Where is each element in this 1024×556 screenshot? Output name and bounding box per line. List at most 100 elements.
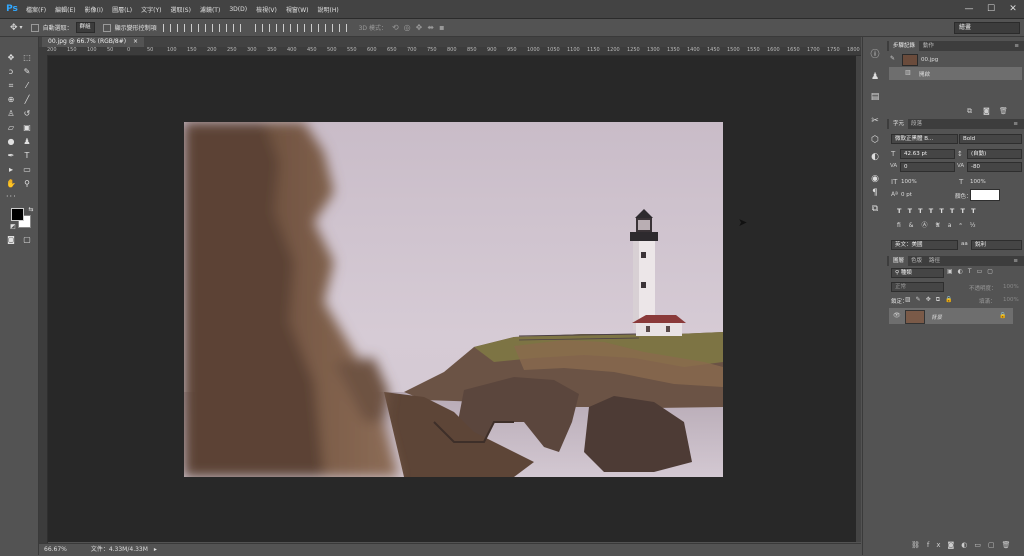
tab-layers[interactable]: 圖層 (889, 256, 909, 266)
shape-tool-icon[interactable]: ▭ (22, 165, 32, 175)
quick-select-tool-icon[interactable]: ✎ (22, 67, 32, 77)
minimize-button[interactable]: — (958, 0, 980, 18)
menu-window[interactable]: 視窗(W) (286, 5, 309, 14)
baseline-shift-value[interactable]: 0 pt (901, 192, 912, 198)
history-brush-tool-icon[interactable]: ↺ (22, 109, 32, 119)
align-top-icon[interactable] (162, 23, 171, 32)
chevron-down-icon[interactable]: ▾ (20, 24, 23, 31)
menu-help[interactable]: 說明(H) (318, 5, 339, 14)
move-tool-icon[interactable]: ✥ (10, 23, 18, 33)
brush-presets-icon[interactable]: ♟ (869, 71, 881, 83)
leading-field[interactable]: (自動) (967, 149, 1022, 159)
menu-layer[interactable]: 圖層(L) (112, 5, 132, 14)
anti-alias-select[interactable]: 銳利 (971, 240, 1022, 250)
path-select-tool-icon[interactable]: ▸ (6, 165, 16, 175)
history-snapshot-name[interactable]: 00.jpg (921, 57, 938, 63)
font-style-select[interactable]: Bold (959, 134, 1022, 144)
menu-file[interactable]: 檔案(F) (26, 5, 46, 14)
align-bottom-icon[interactable] (190, 23, 199, 32)
paragraph-icon[interactable]: ¶ (869, 187, 881, 199)
3d-roll-icon[interactable]: ◎ (404, 23, 411, 32)
swap-colors-icon[interactable]: ⇆ (26, 205, 36, 215)
lock-options-icons[interactable]: ▨✎✥⧉🔒 (905, 296, 957, 304)
menu-view[interactable]: 檢視(V) (256, 5, 277, 14)
distribute-vcenter-icon[interactable] (268, 23, 277, 32)
default-colors-icon[interactable]: ◩ (8, 222, 18, 232)
gradient-tool-icon[interactable]: ▣ (22, 123, 32, 133)
info-icon[interactable]: ⓘ (869, 49, 881, 61)
vertical-scale-value[interactable]: 100% (901, 179, 917, 185)
text-color-swatch[interactable] (970, 189, 1000, 201)
close-button[interactable]: ✕ (1002, 0, 1024, 18)
distribute-bottom-icon[interactable] (282, 23, 291, 32)
quick-mask-icon[interactable]: ◙ (6, 235, 16, 245)
auto-select-checkbox[interactable] (30, 23, 39, 32)
3d-drag-icon[interactable]: ✥ (416, 23, 423, 32)
panel-menu-icon[interactable]: ≡ (1009, 119, 1022, 129)
blend-mode-select[interactable]: 正常 (891, 282, 944, 292)
screen-mode-icon[interactable]: ▢ (22, 235, 32, 245)
photoshop-logo[interactable]: Ps (4, 2, 20, 16)
close-tab-icon[interactable]: × (133, 38, 138, 45)
eyedropper-tool-icon[interactable]: ⁄ (22, 81, 32, 91)
align-left-icon[interactable] (204, 23, 213, 32)
tab-paragraph[interactable]: 段落 (907, 119, 926, 129)
distribute-hcenter-icon[interactable] (310, 23, 319, 32)
layer-row-background[interactable]: 👁 背景 🔒 (889, 308, 1013, 324)
navigator-icon[interactable]: ◉ (869, 173, 881, 185)
panel-menu-icon[interactable]: ≡ (1010, 41, 1022, 51)
pen-tool-icon[interactable]: ✒ (6, 151, 16, 161)
maximize-button[interactable]: ☐ (980, 0, 1002, 18)
font-size-field[interactable]: 42.63 pt (900, 149, 955, 159)
auto-align-icon[interactable] (338, 23, 347, 32)
zoom-level[interactable]: 66.67% (44, 546, 67, 553)
opentype-buttons[interactable]: ﬁ&Ⓐ𝕬aᵃ½ (897, 220, 984, 230)
snapshot-camera-icon[interactable]: ◙ (983, 107, 990, 115)
align-vcenter-icon[interactable] (176, 23, 185, 32)
vertical-scrollbar[interactable] (856, 56, 861, 542)
tab-paths[interactable]: 路徑 (925, 256, 944, 266)
menu-edit[interactable]: 編輯(E) (55, 5, 75, 14)
adjustments-icon[interactable]: ◐ (869, 151, 881, 163)
snapshot-brush-icon[interactable]: ✎ (890, 55, 895, 62)
blur-tool-icon[interactable]: ● (6, 137, 16, 147)
layer-filter-icons[interactable]: ▣◐T▭▢ (947, 268, 998, 275)
layers-footer-icons[interactable]: ⛓fx◙◐▭▢🗑 (911, 541, 1018, 549)
font-family-select[interactable]: 微軟正黑體 B... (891, 134, 958, 144)
move-tool-icon[interactable]: ✥ (6, 53, 16, 63)
tab-history[interactable]: 步驟記錄 (889, 41, 920, 51)
tab-character[interactable]: 字元 (889, 119, 909, 129)
tracking-field[interactable]: -80 (967, 162, 1022, 172)
menu-filter[interactable]: 濾鏡(T) (200, 5, 220, 14)
distribute-left-icon[interactable] (296, 23, 305, 32)
brush-tool-icon[interactable]: ╱ (22, 95, 32, 105)
layer-filter-select[interactable]: ⚲ 種類 (891, 268, 944, 278)
zoom-tool-icon[interactable]: ⚲ (22, 179, 32, 189)
auto-select-dropdown[interactable]: 群組 (75, 22, 95, 33)
eraser-tool-icon[interactable]: ▱ (6, 123, 16, 133)
healing-brush-tool-icon[interactable]: ⊕ (6, 95, 16, 105)
canvas-area[interactable]: ➤ (48, 56, 856, 542)
distribute-top-icon[interactable] (254, 23, 263, 32)
new-doc-from-state-icon[interactable]: ⧉ (967, 107, 972, 116)
hand-tool-icon[interactable]: ✋ (6, 179, 16, 189)
horizontal-scale-value[interactable]: 100% (970, 179, 986, 185)
3d-scale-icon[interactable]: ▪ (439, 23, 444, 32)
menu-3d[interactable]: 3D(D) (229, 6, 247, 13)
menu-type[interactable]: 文字(Y) (141, 5, 161, 14)
align-hcenter-icon[interactable] (218, 23, 227, 32)
panel-menu-icon[interactable]: ≡ (1009, 256, 1022, 266)
menu-select[interactable]: 選取(S) (170, 5, 191, 14)
3d-cube-icon[interactable]: ⬡ (869, 134, 881, 146)
workspace-dropdown[interactable]: 繪畫 (954, 22, 1020, 34)
distribute-right-icon[interactable] (324, 23, 333, 32)
opacity-value[interactable]: 100% (1003, 284, 1019, 290)
transform-controls-checkbox[interactable] (102, 23, 111, 32)
visibility-eye-icon[interactable]: 👁 (893, 312, 901, 319)
type-tool-icon[interactable]: T (22, 151, 32, 161)
fill-value[interactable]: 100% (1003, 297, 1019, 303)
tab-actions[interactable]: 動作 (919, 41, 938, 51)
lasso-tool-icon[interactable]: ↄ (6, 67, 16, 77)
kerning-field[interactable]: 0 (900, 162, 955, 172)
3d-rotate-icon[interactable]: ⟲ (392, 23, 399, 32)
